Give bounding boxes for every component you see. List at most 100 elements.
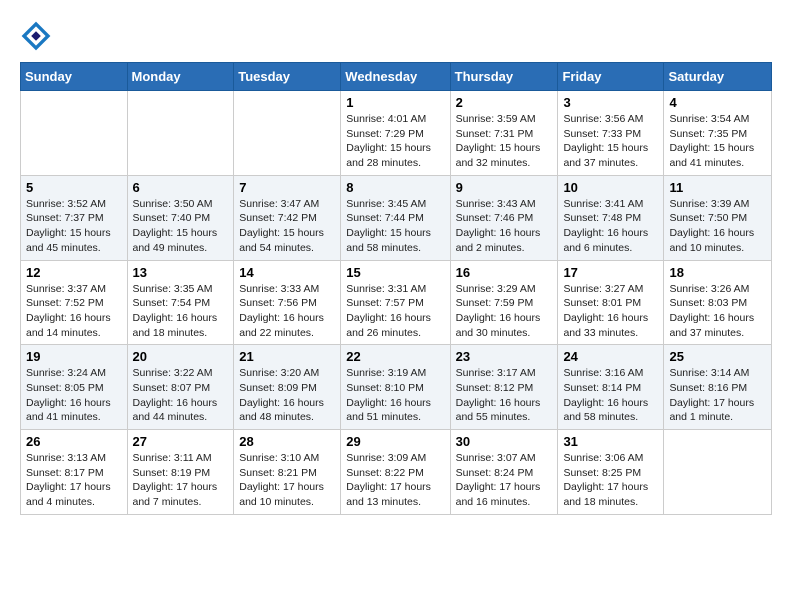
calendar-cell: 30 Sunrise: 3:07 AM Sunset: 8:24 PM Dayli… <box>450 430 558 515</box>
day-info: Sunrise: 3:26 AM Sunset: 8:03 PM Dayligh… <box>669 282 766 341</box>
day-info: Sunrise: 3:45 AM Sunset: 7:44 PM Dayligh… <box>346 197 444 256</box>
day-info: Sunrise: 3:41 AM Sunset: 7:48 PM Dayligh… <box>563 197 658 256</box>
calendar-cell: 8 Sunrise: 3:45 AM Sunset: 7:44 PM Daylig… <box>341 175 450 260</box>
day-info: Sunrise: 3:17 AM Sunset: 8:12 PM Dayligh… <box>456 366 553 425</box>
day-info: Sunrise: 3:56 AM Sunset: 7:33 PM Dayligh… <box>563 112 658 171</box>
calendar-cell: 7 Sunrise: 3:47 AM Sunset: 7:42 PM Daylig… <box>234 175 341 260</box>
day-number: 11 <box>669 180 766 195</box>
day-info: Sunrise: 3:22 AM Sunset: 8:07 PM Dayligh… <box>133 366 229 425</box>
weekday-header: Saturday <box>664 63 772 91</box>
day-info: Sunrise: 3:16 AM Sunset: 8:14 PM Dayligh… <box>563 366 658 425</box>
day-info: Sunrise: 3:19 AM Sunset: 8:10 PM Dayligh… <box>346 366 444 425</box>
day-number: 2 <box>456 95 553 110</box>
day-info: Sunrise: 3:09 AM Sunset: 8:22 PM Dayligh… <box>346 451 444 510</box>
calendar-cell: 18Sunrise: 3:26 AM Sunset: 8:03 PM Dayli… <box>664 260 772 345</box>
calendar-week-row: 1 Sunrise: 4:01 AM Sunset: 7:29 PM Daylig… <box>21 91 772 176</box>
weekday-header: Sunday <box>21 63 128 91</box>
day-info: Sunrise: 3:20 AM Sunset: 8:09 PM Dayligh… <box>239 366 335 425</box>
day-number: 21 <box>239 349 335 364</box>
day-number: 15 <box>346 265 444 280</box>
day-number: 3 <box>563 95 658 110</box>
day-info: Sunrise: 3:14 AM Sunset: 8:16 PM Dayligh… <box>669 366 766 425</box>
day-info: Sunrise: 3:39 AM Sunset: 7:50 PM Dayligh… <box>669 197 766 256</box>
day-number: 14 <box>239 265 335 280</box>
day-info: Sunrise: 3:43 AM Sunset: 7:46 PM Dayligh… <box>456 197 553 256</box>
day-number: 4 <box>669 95 766 110</box>
calendar-cell: 2 Sunrise: 3:59 AM Sunset: 7:31 PM Daylig… <box>450 91 558 176</box>
calendar-cell: 23 Sunrise: 3:17 AM Sunset: 8:12 PM Dayli… <box>450 345 558 430</box>
day-info: Sunrise: 3:27 AM Sunset: 8:01 PM Dayligh… <box>563 282 658 341</box>
calendar-cell: 28 Sunrise: 3:10 AM Sunset: 8:21 PM Dayli… <box>234 430 341 515</box>
calendar-cell: 6 Sunrise: 3:50 AM Sunset: 7:40 PM Daylig… <box>127 175 234 260</box>
calendar-cell <box>664 430 772 515</box>
calendar-cell: 31 Sunrise: 3:06 AM Sunset: 8:25 PM Dayli… <box>558 430 664 515</box>
calendar-cell: 25 Sunrise: 3:14 AM Sunset: 8:16 PM Dayli… <box>664 345 772 430</box>
calendar-cell: 21 Sunrise: 3:20 AM Sunset: 8:09 PM Dayli… <box>234 345 341 430</box>
calendar-cell: 10 Sunrise: 3:41 AM Sunset: 7:48 PM Dayli… <box>558 175 664 260</box>
day-number: 28 <box>239 434 335 449</box>
day-info: Sunrise: 4:01 AM Sunset: 7:29 PM Dayligh… <box>346 112 444 171</box>
day-number: 31 <box>563 434 658 449</box>
calendar-cell: 5 Sunrise: 3:52 AM Sunset: 7:37 PM Daylig… <box>21 175 128 260</box>
day-info: Sunrise: 3:59 AM Sunset: 7:31 PM Dayligh… <box>456 112 553 171</box>
day-info: Sunrise: 3:06 AM Sunset: 8:25 PM Dayligh… <box>563 451 658 510</box>
calendar-cell: 13 Sunrise: 3:35 AM Sunset: 7:54 PM Dayli… <box>127 260 234 345</box>
calendar-cell: 22 Sunrise: 3:19 AM Sunset: 8:10 PM Dayli… <box>341 345 450 430</box>
day-number: 16 <box>456 265 553 280</box>
calendar-week-row: 19 Sunrise: 3:24 AM Sunset: 8:05 PM Dayli… <box>21 345 772 430</box>
calendar-cell: 20 Sunrise: 3:22 AM Sunset: 8:07 PM Dayli… <box>127 345 234 430</box>
day-number: 22 <box>346 349 444 364</box>
day-number: 12 <box>26 265 122 280</box>
logo <box>20 20 56 52</box>
calendar-cell: 26Sunrise: 3:13 AM Sunset: 8:17 PM Dayli… <box>21 430 128 515</box>
calendar-table: SundayMondayTuesdayWednesdayThursdayFrid… <box>20 62 772 515</box>
weekday-header: Thursday <box>450 63 558 91</box>
day-number: 23 <box>456 349 553 364</box>
day-number: 6 <box>133 180 229 195</box>
day-number: 10 <box>563 180 658 195</box>
calendar-cell <box>127 91 234 176</box>
calendar-cell <box>234 91 341 176</box>
day-number: 27 <box>133 434 229 449</box>
day-info: Sunrise: 3:24 AM Sunset: 8:05 PM Dayligh… <box>26 366 122 425</box>
calendar-cell: 17 Sunrise: 3:27 AM Sunset: 8:01 PM Dayli… <box>558 260 664 345</box>
calendar-week-row: 12 Sunrise: 3:37 AM Sunset: 7:52 PM Dayli… <box>21 260 772 345</box>
day-info: Sunrise: 3:47 AM Sunset: 7:42 PM Dayligh… <box>239 197 335 256</box>
day-number: 17 <box>563 265 658 280</box>
weekday-header: Monday <box>127 63 234 91</box>
day-number: 19 <box>26 349 122 364</box>
weekday-header-row: SundayMondayTuesdayWednesdayThursdayFrid… <box>21 63 772 91</box>
day-number: 9 <box>456 180 553 195</box>
day-number: 1 <box>346 95 444 110</box>
calendar-cell <box>21 91 128 176</box>
day-info: Sunrise: 3:13 AM Sunset: 8:17 PM Dayligh… <box>26 451 122 510</box>
day-number: 24 <box>563 349 658 364</box>
day-number: 13 <box>133 265 229 280</box>
calendar-week-row: 5 Sunrise: 3:52 AM Sunset: 7:37 PM Daylig… <box>21 175 772 260</box>
calendar-cell: 19 Sunrise: 3:24 AM Sunset: 8:05 PM Dayli… <box>21 345 128 430</box>
weekday-header: Friday <box>558 63 664 91</box>
calendar-cell: 11 Sunrise: 3:39 AM Sunset: 7:50 PM Dayli… <box>664 175 772 260</box>
calendar-cell: 14 Sunrise: 3:33 AM Sunset: 7:56 PM Dayli… <box>234 260 341 345</box>
day-info: Sunrise: 3:50 AM Sunset: 7:40 PM Dayligh… <box>133 197 229 256</box>
day-info: Sunrise: 3:52 AM Sunset: 7:37 PM Dayligh… <box>26 197 122 256</box>
day-number: 7 <box>239 180 335 195</box>
day-info: Sunrise: 3:35 AM Sunset: 7:54 PM Dayligh… <box>133 282 229 341</box>
day-number: 5 <box>26 180 122 195</box>
calendar-cell: 4Sunrise: 3:54 AM Sunset: 7:35 PM Daylig… <box>664 91 772 176</box>
calendar-cell: 9 Sunrise: 3:43 AM Sunset: 7:46 PM Daylig… <box>450 175 558 260</box>
day-number: 20 <box>133 349 229 364</box>
calendar-cell: 16Sunrise: 3:29 AM Sunset: 7:59 PM Dayli… <box>450 260 558 345</box>
logo-icon <box>20 20 52 52</box>
day-number: 8 <box>346 180 444 195</box>
day-number: 25 <box>669 349 766 364</box>
calendar-cell: 3 Sunrise: 3:56 AM Sunset: 7:33 PM Daylig… <box>558 91 664 176</box>
day-info: Sunrise: 3:07 AM Sunset: 8:24 PM Dayligh… <box>456 451 553 510</box>
day-info: Sunrise: 3:37 AM Sunset: 7:52 PM Dayligh… <box>26 282 122 341</box>
calendar-cell: 15Sunrise: 3:31 AM Sunset: 7:57 PM Dayli… <box>341 260 450 345</box>
calendar-cell: 27Sunrise: 3:11 AM Sunset: 8:19 PM Dayli… <box>127 430 234 515</box>
day-info: Sunrise: 3:33 AM Sunset: 7:56 PM Dayligh… <box>239 282 335 341</box>
day-number: 30 <box>456 434 553 449</box>
calendar-cell: 1 Sunrise: 4:01 AM Sunset: 7:29 PM Daylig… <box>341 91 450 176</box>
day-info: Sunrise: 3:10 AM Sunset: 8:21 PM Dayligh… <box>239 451 335 510</box>
